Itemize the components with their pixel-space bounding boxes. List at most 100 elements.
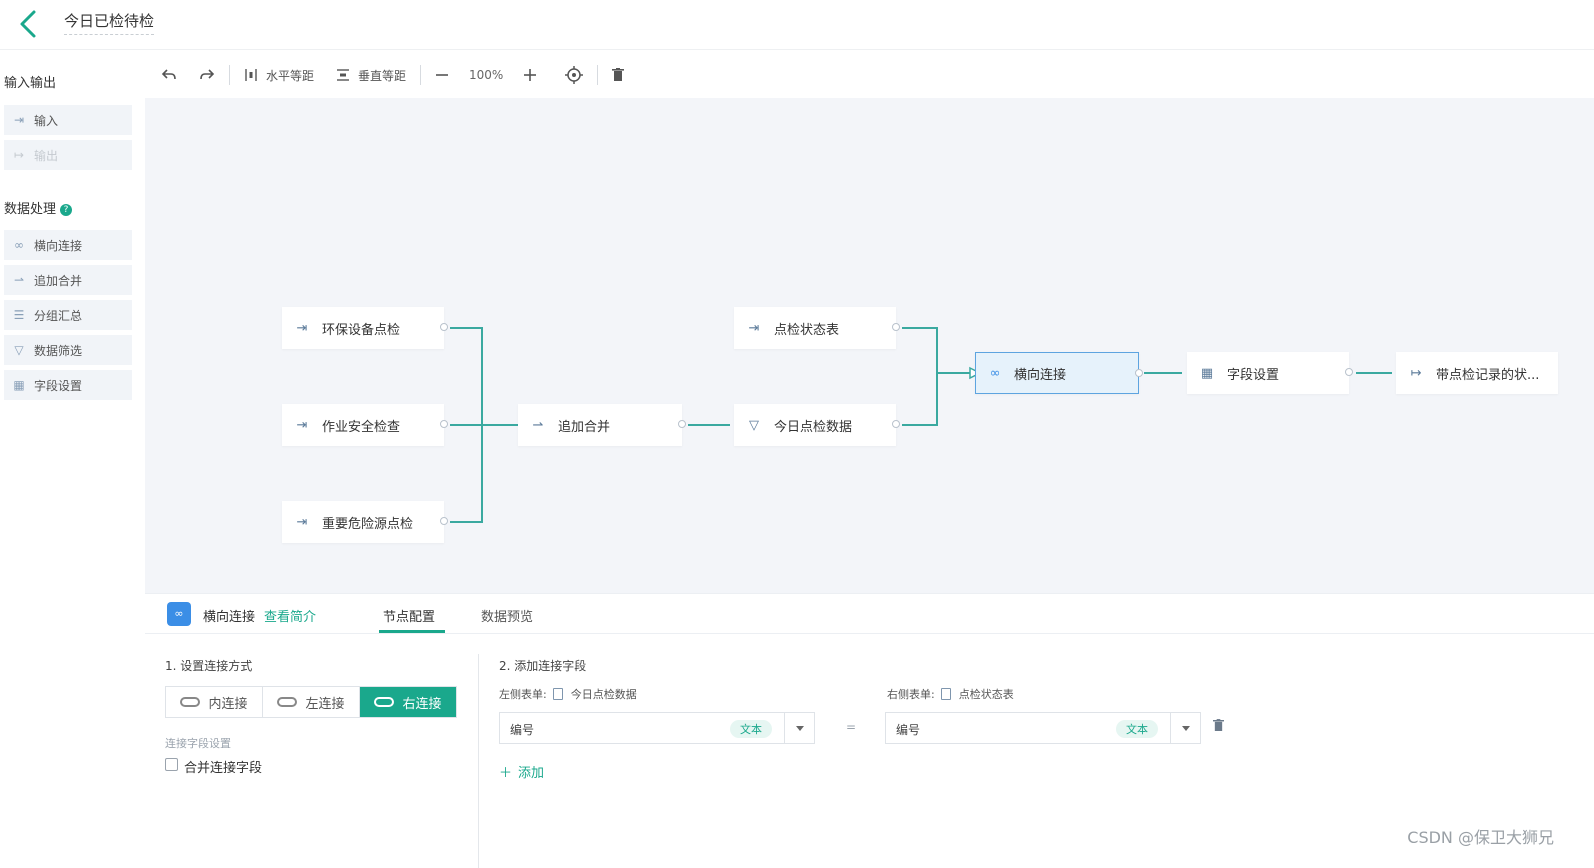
right-table-label: 右侧表单: 点检状态表 xyxy=(887,686,1014,702)
sidebar-item-field-settings[interactable]: ▦ 字段设置 xyxy=(4,370,132,400)
field-type-badge: 文本 xyxy=(730,720,772,738)
sidebar-item-label: 字段设置 xyxy=(34,378,83,393)
step1-title: 1. 设置连接方式 xyxy=(165,659,253,673)
node-label: 字段设置 xyxy=(1227,367,1280,383)
output-icon: ↦ xyxy=(13,148,25,162)
node-field-settings[interactable]: ▦ 字段设置 xyxy=(1187,352,1353,394)
node-env-equipment-check[interactable]: ⇥ 环保设备点检 xyxy=(282,307,448,349)
left-table-label: 左侧表单: 今日点检数据 xyxy=(499,686,637,702)
output-port[interactable] xyxy=(892,420,900,428)
add-join-field-button[interactable]: ＋ 添加 xyxy=(499,762,544,781)
left-table-name: 今日点检数据 xyxy=(570,688,637,701)
output-port[interactable] xyxy=(440,420,448,428)
zoom-in-icon[interactable] xyxy=(523,68,537,82)
node-output-with-records[interactable]: ↦ 带点检记录的状... xyxy=(1396,352,1558,394)
step2-title: 2. 添加连接字段 xyxy=(499,659,587,673)
undo-icon[interactable] xyxy=(161,68,177,82)
table-icon: ▦ xyxy=(1200,365,1214,381)
node-work-safety-check[interactable]: ⇥ 作业安全检查 xyxy=(282,404,448,446)
panel-header: ∞ 横向连接 查看简介 节点配置 数据预览 xyxy=(145,594,1594,634)
panel-divider xyxy=(478,654,479,868)
toggle-icon xyxy=(180,697,201,707)
trash-icon[interactable] xyxy=(612,68,625,82)
horizontal-distribute-icon xyxy=(245,69,257,81)
help-icon[interactable]: ? xyxy=(60,204,73,216)
group-icon: ☰ xyxy=(13,308,25,322)
node-horizontal-join[interactable]: ∞ 横向连接 xyxy=(975,352,1143,394)
tab-node-config[interactable]: 节点配置 xyxy=(383,606,435,625)
chevron-down-icon[interactable] xyxy=(784,713,814,743)
sidebar-item-input[interactable]: ⇥ 输入 xyxy=(4,105,132,135)
link-icon: ∞ xyxy=(14,238,24,252)
sidebar-item-group-summary[interactable]: ☰ 分组汇总 xyxy=(4,300,132,330)
left-field-value: 编号 xyxy=(510,723,535,737)
vertical-distribute-label: 垂直等距 xyxy=(358,68,407,83)
node-label: 作业安全检查 xyxy=(322,419,401,435)
node-today-check-data[interactable]: ▽ 今日点检数据 xyxy=(734,404,900,446)
page-title[interactable]: 今日已检待检 xyxy=(64,10,155,35)
node-label: 横向连接 xyxy=(1014,367,1067,383)
join-option-label: 左连接 xyxy=(305,696,345,712)
right-join-button[interactable]: 右连接 xyxy=(360,687,456,717)
sidebar-item-label: 输入 xyxy=(34,113,59,128)
left-join-button[interactable]: 左连接 xyxy=(263,687,360,717)
input-icon: ⇥ xyxy=(296,320,308,336)
inner-join-button[interactable]: 内连接 xyxy=(166,687,263,717)
sidebar-item-label: 横向连接 xyxy=(34,238,83,253)
sidebar-item-append-merge[interactable]: ⇀ 追加合并 xyxy=(4,265,132,295)
output-port[interactable] xyxy=(1135,369,1143,377)
merge-fields-checkbox[interactable] xyxy=(165,758,178,771)
sidebar-item-label: 输出 xyxy=(34,148,59,163)
output-port[interactable] xyxy=(1345,368,1353,376)
horizontal-distribute-button[interactable]: 水平等距 xyxy=(244,67,314,84)
node-label: 追加合并 xyxy=(558,419,611,435)
vertical-distribute-button[interactable]: 垂直等距 xyxy=(336,67,406,84)
node-config-panel: ∞ 横向连接 查看简介 节点配置 数据预览 1. 设置连接方式 内连接 左连接 … xyxy=(145,593,1594,868)
section-title-io: 输入输出 xyxy=(4,76,57,91)
sidebar-item-data-filter[interactable]: ▽ 数据筛选 xyxy=(4,335,132,365)
watermark: CSDN @保卫大狮兄 xyxy=(1407,828,1554,847)
link-icon: ∞ xyxy=(989,365,1001,381)
join-option-label: 右连接 xyxy=(402,696,442,712)
locate-center-icon[interactable] xyxy=(565,66,584,84)
node-palette-sidebar: 输入输出 ⇥ 输入 ↦ 输出 数据处理? ∞ 横向连接 ⇀ 追加合并 ☰ 分组汇… xyxy=(0,52,144,868)
back-arrow-icon[interactable] xyxy=(14,6,44,42)
horizontal-distribute-label: 水平等距 xyxy=(266,68,315,83)
canvas-toolbar: 水平等距 垂直等距 100% xyxy=(145,52,1594,98)
toolbar-divider xyxy=(420,65,422,85)
output-port[interactable] xyxy=(440,517,448,525)
document-icon xyxy=(552,688,563,700)
vertical-distribute-icon xyxy=(337,69,350,81)
output-port[interactable] xyxy=(678,420,686,428)
right-table-caption: 右侧表单: xyxy=(887,688,935,701)
sidebar-item-horizontal-join[interactable]: ∞ 横向连接 xyxy=(4,230,132,260)
top-bar: 今日已检待检 xyxy=(0,0,1594,50)
chevron-down-icon[interactable] xyxy=(1170,713,1200,743)
input-icon: ⇥ xyxy=(13,113,25,127)
toggle-icon xyxy=(374,697,395,707)
output-port[interactable] xyxy=(892,323,900,331)
right-table-name: 点检状态表 xyxy=(958,688,1014,701)
sidebar-item-label: 分组汇总 xyxy=(34,308,83,323)
field-type-badge: 文本 xyxy=(1116,720,1158,738)
output-port[interactable] xyxy=(440,323,448,331)
node-label: 重要危险源点检 xyxy=(322,516,414,532)
left-field-select[interactable]: 编号 文本 xyxy=(499,712,815,744)
input-icon: ⇥ xyxy=(296,417,308,433)
node-hazard-source-check[interactable]: ⇥ 重要危险源点检 xyxy=(282,501,448,543)
redo-icon[interactable] xyxy=(199,68,215,82)
view-intro-link[interactable]: 查看简介 xyxy=(264,606,316,625)
right-field-select[interactable]: 编号 文本 xyxy=(885,712,1201,744)
left-table-caption: 左侧表单: xyxy=(499,688,547,701)
input-icon: ⇥ xyxy=(296,514,308,530)
node-append-merge[interactable]: ⇀ 追加合并 xyxy=(518,404,686,446)
join-type-selector: 内连接 左连接 右连接 xyxy=(165,686,457,718)
join-option-label: 内连接 xyxy=(208,696,248,712)
delete-row-icon[interactable] xyxy=(1213,719,1224,736)
zoom-out-icon[interactable] xyxy=(435,68,449,82)
tab-data-preview[interactable]: 数据预览 xyxy=(481,606,533,625)
sidebar-item-label: 数据筛选 xyxy=(34,343,83,358)
node-check-status-table[interactable]: ⇥ 点检状态表 xyxy=(734,307,900,349)
join-field-settings-label: 连接字段设置 xyxy=(165,737,231,750)
sidebar-item-output[interactable]: ↦ 输出 xyxy=(4,140,132,170)
